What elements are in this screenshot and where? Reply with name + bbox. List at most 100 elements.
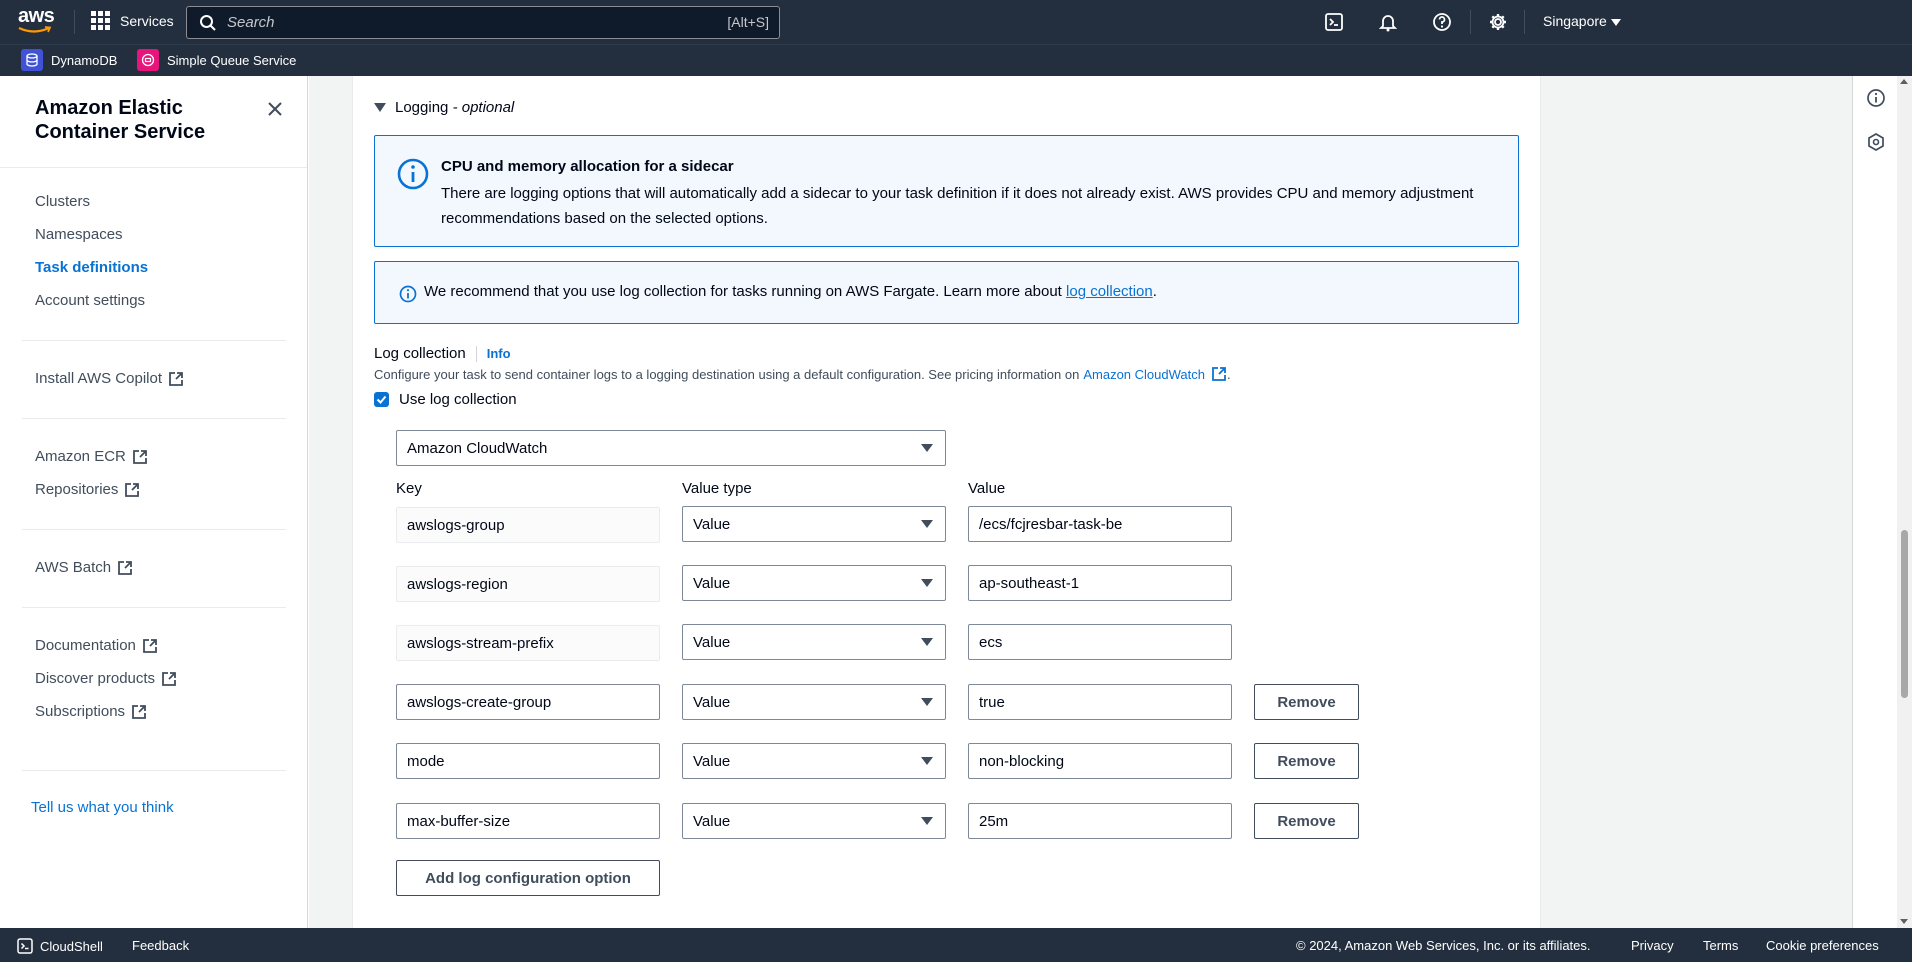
sidebar-item-task-definitions[interactable]: Task definitions (35, 259, 148, 276)
log-collection-link[interactable]: log collection (1066, 283, 1153, 300)
sidebar-item-amazon-ecr[interactable]: Amazon ECR (35, 448, 148, 465)
sidebar-item-namespaces[interactable]: Namespaces (35, 226, 123, 243)
favorite-dynamodb[interactable]: DynamoDB (21, 49, 117, 71)
option-key-field[interactable]: awslogs-create-group (396, 684, 660, 720)
option-value-type-select[interactable]: Value (682, 624, 946, 660)
sidebar-item-label: Amazon ECR (35, 448, 126, 465)
info-panel-icon[interactable] (1866, 88, 1886, 108)
option-value-field[interactable]: ecs (968, 624, 1232, 660)
sidebar-item-discover-products[interactable]: Discover products (35, 670, 177, 687)
alert-title: CPU and memory allocation for a sidecar (441, 158, 734, 175)
divider (0, 167, 307, 168)
info-icon (397, 158, 429, 190)
select-value: Amazon CloudWatch (407, 439, 548, 457)
caret-down-icon (374, 103, 386, 112)
aws-smile-icon (18, 26, 52, 33)
favorite-sqs[interactable]: Simple Queue Service (137, 49, 296, 71)
terms-link[interactable]: Terms (1703, 938, 1738, 953)
option-key-field[interactable]: max-buffer-size (396, 803, 660, 839)
caret-down-icon (921, 520, 933, 528)
help-icon[interactable] (1432, 12, 1452, 32)
tell-us-feedback-link[interactable]: Tell us what you think (31, 799, 174, 816)
option-value-type-select[interactable]: Value (682, 684, 946, 720)
remove-button[interactable]: Remove (1254, 803, 1359, 839)
logging-section-toggle[interactable]: Logging - optional (374, 99, 514, 116)
option-value-field[interactable]: ap-southeast-1 (968, 565, 1232, 601)
alert-suffix: . (1152, 283, 1157, 300)
caret-down-icon (921, 444, 933, 452)
divider (22, 340, 286, 341)
search-bar[interactable]: [Alt+S] (186, 6, 780, 39)
sidebar-item-label: Subscriptions (35, 703, 126, 720)
privacy-link[interactable]: Privacy (1631, 938, 1674, 953)
scrollbar-thumb[interactable] (1901, 530, 1908, 698)
option-key-field[interactable]: mode (396, 743, 660, 779)
cloudshell-icon[interactable] (1324, 12, 1344, 32)
sidebar-item-repositories[interactable]: Repositories (35, 481, 140, 498)
info-link[interactable]: Info (487, 346, 511, 361)
page-scrollbar[interactable] (1897, 76, 1912, 928)
log-collection-recommend-alert: We recommend that you use log collection… (374, 261, 1519, 324)
cloudwatch-pricing-link[interactable]: Amazon CloudWatch (1083, 367, 1205, 382)
scroll-up-arrow-icon[interactable] (1900, 79, 1908, 84)
caret-down-icon (921, 757, 933, 765)
close-icon[interactable] (266, 100, 284, 118)
checkbox-checked-icon[interactable] (374, 392, 389, 407)
option-value-field[interactable]: /ecs/fcjresbar-task-be (968, 506, 1232, 542)
column-header-value-type: Value type (682, 480, 752, 497)
search-icon (200, 14, 216, 31)
hexagon-settings-icon[interactable] (1866, 132, 1886, 152)
remove-button[interactable]: Remove (1254, 684, 1359, 720)
option-key-field: awslogs-stream-prefix (396, 625, 660, 661)
services-label: Services (120, 12, 174, 29)
feedback-link[interactable]: Feedback (132, 938, 189, 953)
external-link-icon[interactable] (1211, 366, 1227, 382)
sidebar-item-label: Discover products (35, 670, 156, 687)
nav-divider (1470, 10, 1471, 34)
aws-logo[interactable]: aws (18, 6, 58, 36)
sidebar-item-aws-batch[interactable]: AWS Batch (35, 559, 133, 576)
cloudshell-icon (17, 938, 33, 954)
remove-button[interactable]: Remove (1254, 743, 1359, 779)
region-selector[interactable]: Singapore (1543, 13, 1621, 29)
sidebar-item-label: Documentation (35, 637, 136, 654)
settings-gear-icon[interactable] (1488, 12, 1508, 32)
notifications-bell-icon[interactable] (1378, 12, 1398, 32)
cloudshell-button[interactable]: CloudShell (17, 938, 103, 954)
cookie-preferences-link[interactable]: Cookie preferences (1766, 938, 1879, 953)
caret-down-icon (921, 817, 933, 825)
add-log-configuration-option-button[interactable]: Add log configuration option (396, 860, 660, 896)
sidebar-item-label: Account settings (35, 292, 146, 309)
option-value-field[interactable]: true (968, 684, 1232, 720)
scroll-down-arrow-icon[interactable] (1900, 919, 1908, 924)
footer: CloudShell Feedback © 2024, Amazon Web S… (0, 928, 1912, 962)
services-menu-button[interactable]: Services (91, 11, 174, 30)
log-collection-label: Log collection (374, 345, 466, 362)
sidenav-title: Amazon Elastic Container Service (35, 97, 206, 143)
use-log-collection-checkbox[interactable]: Use log collection (374, 391, 517, 408)
option-value-type-select[interactable]: Value (682, 743, 946, 779)
caret-down-icon (921, 579, 933, 587)
sidebar-item-clusters[interactable]: Clusters (35, 193, 90, 210)
log-collection-label-row: Log collection Info (374, 345, 511, 362)
sidebar-item-subscriptions[interactable]: Subscriptions (35, 703, 147, 720)
sidebar-item-account-settings[interactable]: Account settings (35, 292, 145, 309)
option-value-type-select[interactable]: Value (682, 565, 946, 601)
sidebar-item-install-copilot[interactable]: Install AWS Copilot (35, 370, 184, 387)
external-link-icon (162, 671, 176, 686)
caret-down-icon (921, 698, 933, 706)
external-link-icon (125, 482, 140, 497)
sidebar-item-label: AWS Batch (35, 559, 112, 576)
option-value-type-select[interactable]: Value (682, 506, 946, 542)
nav-divider (74, 10, 75, 34)
sidebar-item-documentation[interactable]: Documentation (35, 637, 158, 654)
log-destination-select[interactable]: Amazon CloudWatch (396, 430, 946, 466)
search-input[interactable] (227, 14, 687, 31)
divider (22, 529, 286, 530)
option-value-type-select[interactable]: Value (682, 803, 946, 839)
option-key-field: awslogs-region (396, 566, 660, 602)
option-value-field[interactable]: 25m (968, 803, 1232, 839)
top-navigation: aws Services [Alt+S] Singapore (0, 0, 1912, 44)
option-value-field[interactable]: non-blocking (968, 743, 1232, 779)
option-key-field: awslogs-group (396, 507, 660, 543)
